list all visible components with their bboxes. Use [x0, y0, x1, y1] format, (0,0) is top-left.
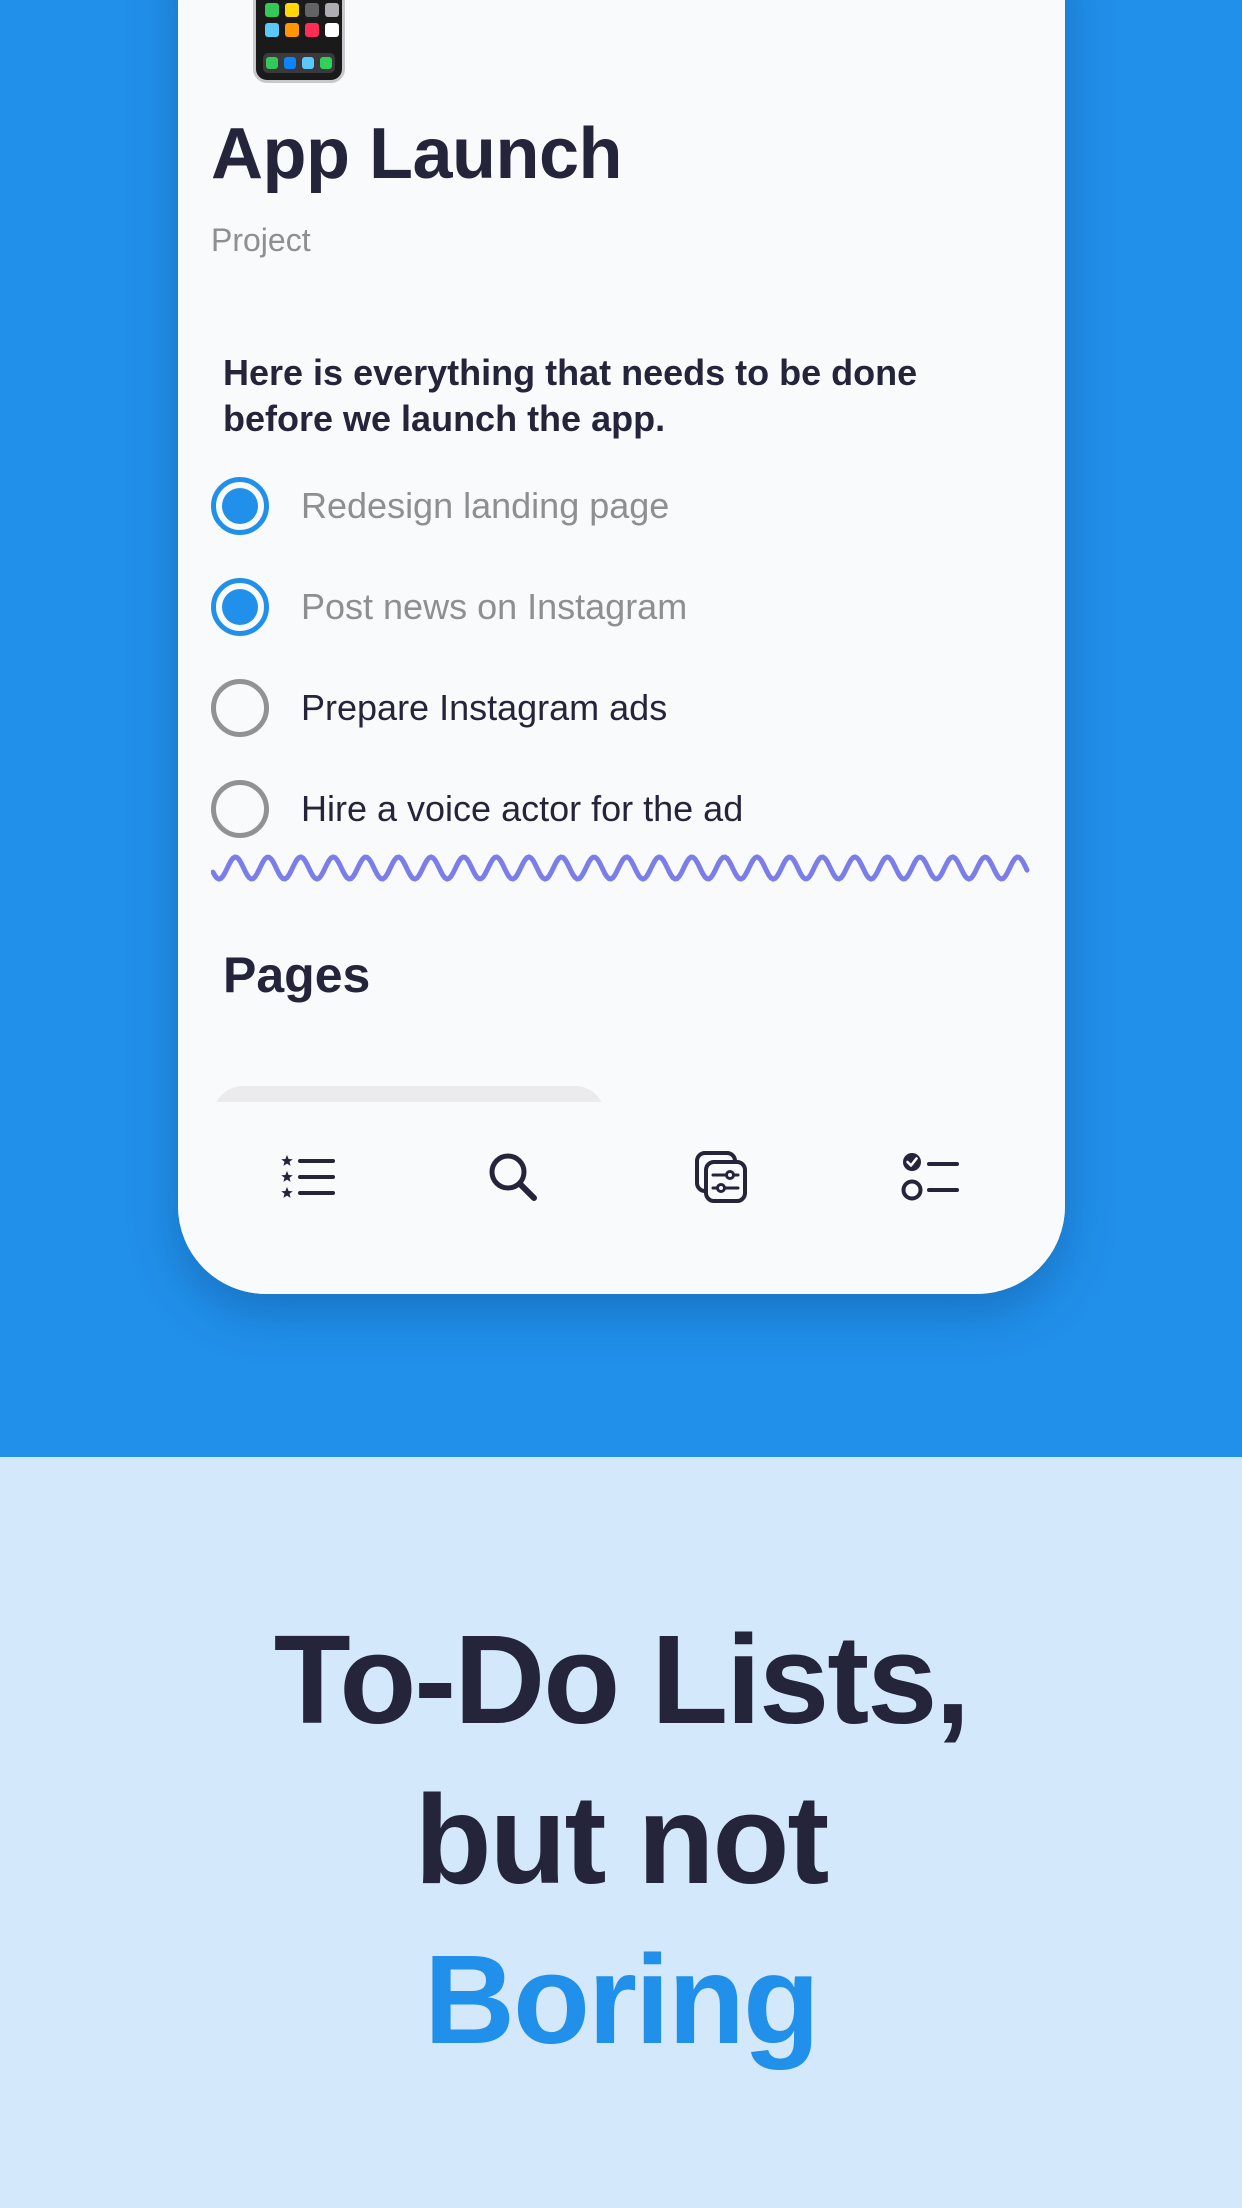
todo-label: Post news on Instagram: [301, 585, 688, 627]
phone-screen: App Launch Project Here is everything th…: [178, 0, 1065, 1294]
todo-item[interactable]: Redesign landing page: [211, 470, 1011, 571]
todo-list: Redesign landing page Post news on Insta…: [211, 470, 1011, 874]
note-type-label: Project: [211, 222, 311, 258]
checkbox-checked[interactable]: [211, 476, 269, 535]
tab-filters[interactable]: [686, 1142, 756, 1212]
search-icon: [489, 1153, 537, 1201]
tagline-line-1: To-Do Lists,: [273, 1609, 971, 1750]
phone-home-screen-icon: [253, 0, 345, 83]
todo-label: Hire a voice actor for the ad: [301, 787, 744, 829]
marketing-tagline: To-Do Lists, but not Boring: [0, 1600, 1242, 2080]
tab-todos[interactable]: [896, 1142, 966, 1212]
filter-cards-icon: [695, 1151, 747, 1203]
wavy-divider: [211, 854, 1030, 882]
tab-lists[interactable]: [273, 1142, 343, 1212]
tab-search[interactable]: [478, 1142, 548, 1212]
checklist-icon: [901, 1153, 959, 1201]
tagline-line-2: but not: [414, 1769, 830, 1910]
note-title[interactable]: App Launch: [211, 118, 622, 190]
checkbox-checked[interactable]: [211, 577, 269, 636]
todo-item[interactable]: Post news on Instagram: [211, 571, 1011, 672]
tab-bar: [178, 1102, 1065, 1294]
checkbox-unchecked[interactable]: [211, 678, 269, 737]
starred-list-icon: [281, 1155, 335, 1198]
note-intro-text[interactable]: Here is everything that needs to be done…: [223, 350, 1013, 442]
todo-label: Redesign landing page: [301, 484, 670, 526]
tagline-accent-word: Boring: [424, 1929, 820, 2070]
todo-label: Prepare Instagram ads: [301, 686, 668, 728]
checkbox-unchecked[interactable]: [211, 779, 269, 838]
pages-section-heading: Pages: [223, 947, 371, 1003]
todo-item[interactable]: Prepare Instagram ads: [211, 672, 1011, 773]
